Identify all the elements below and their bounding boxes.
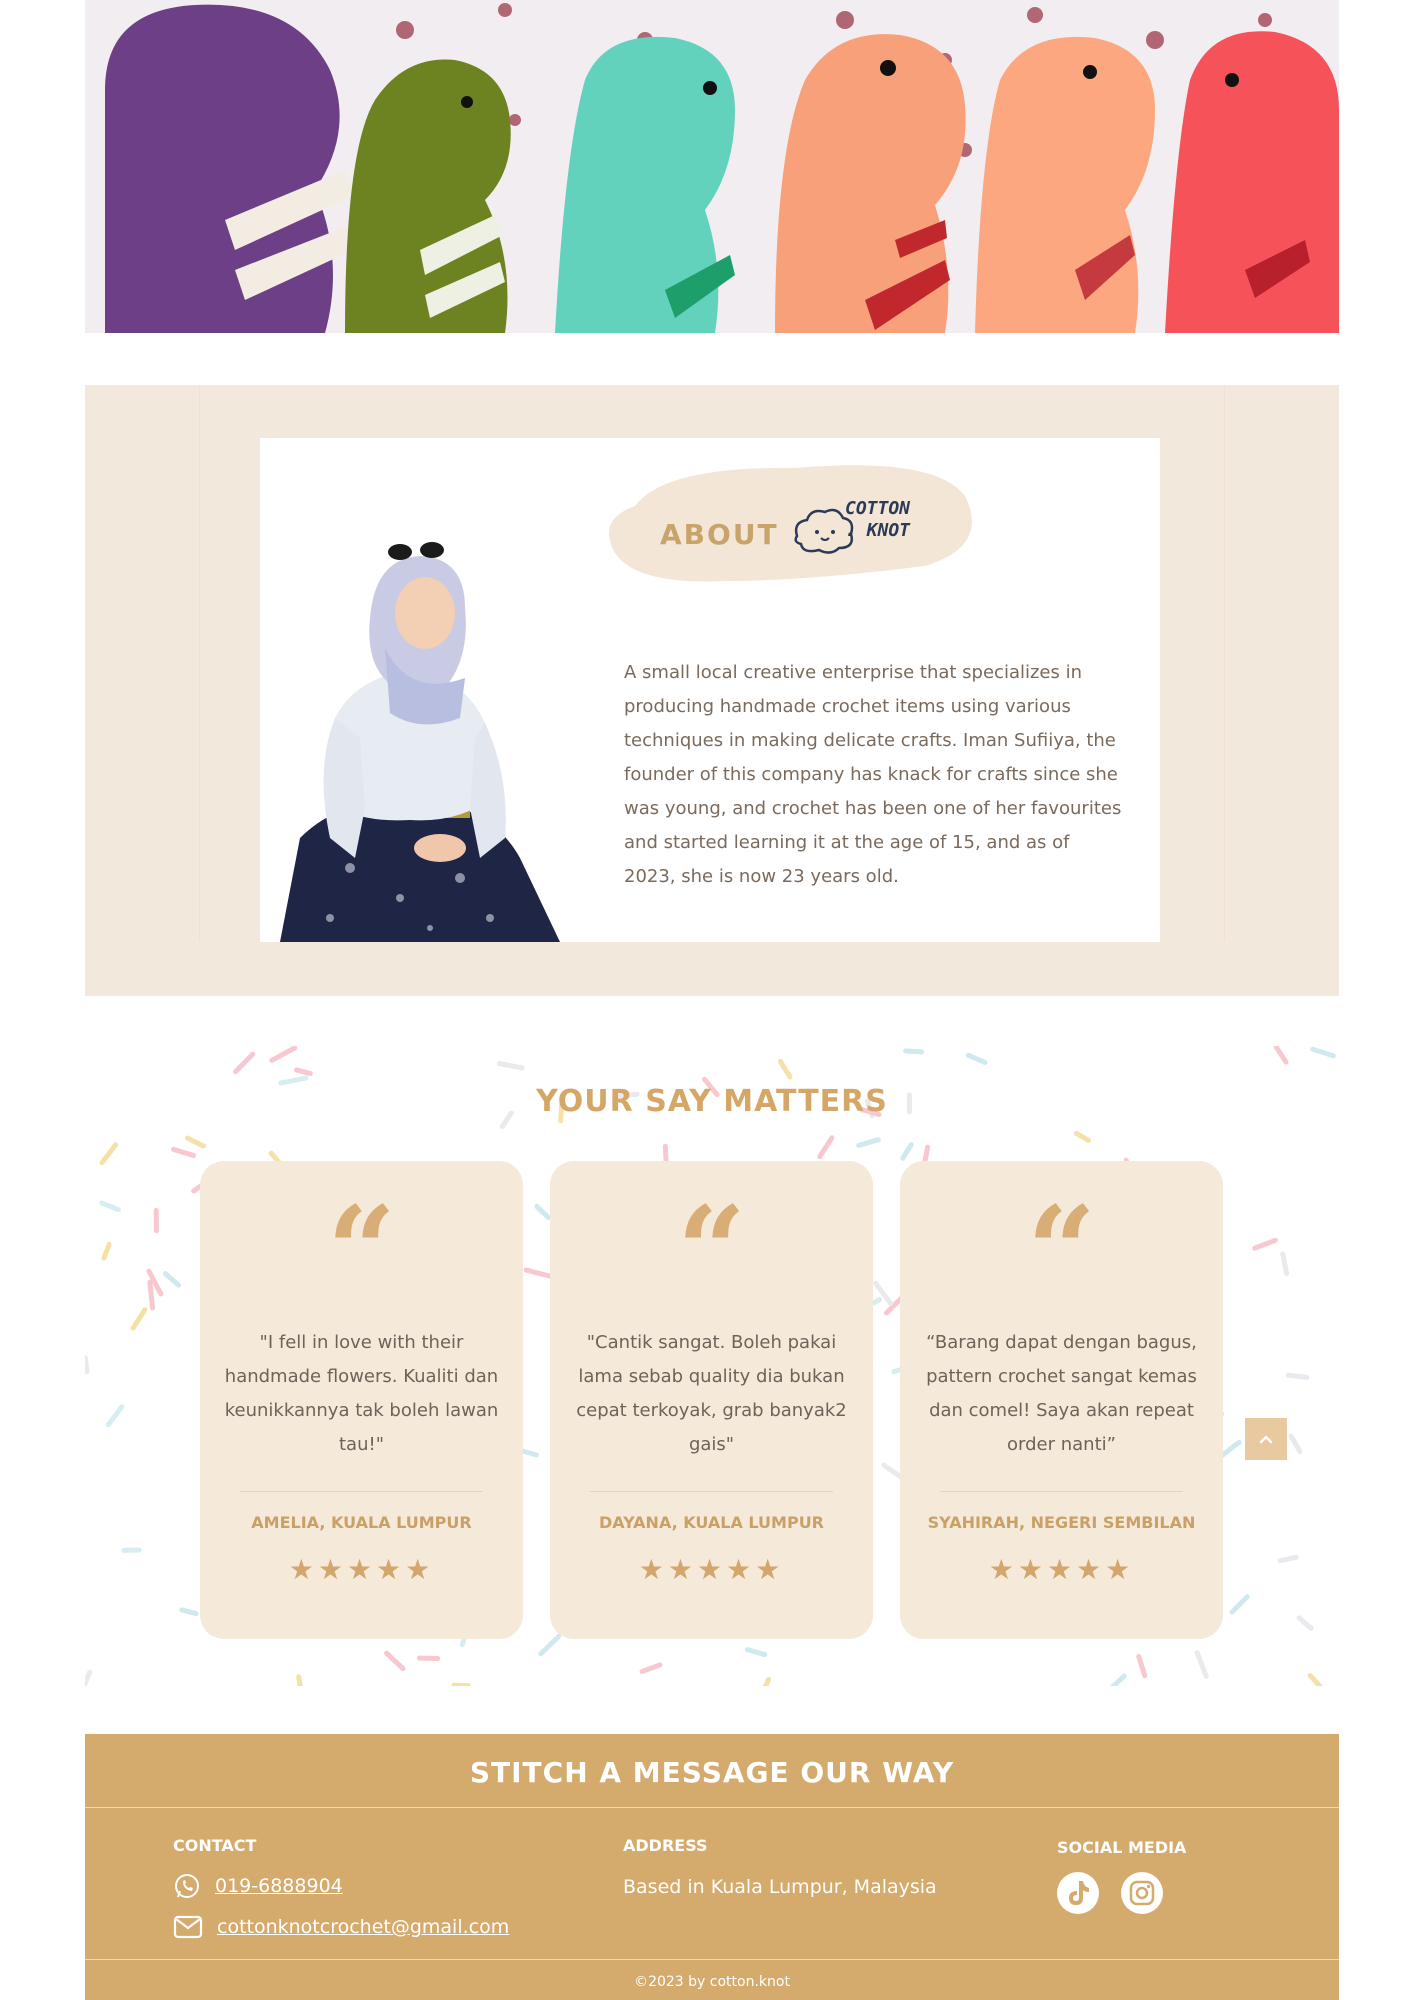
sprinkle <box>1296 1615 1314 1631</box>
sprinkle <box>233 1051 256 1075</box>
about-title: ABOUT <box>660 518 779 551</box>
sprinkle <box>1218 1439 1242 1459</box>
sprinkle <box>451 1682 472 1686</box>
tiktok-link[interactable] <box>1057 1872 1099 1914</box>
about-paragraph: A small local creative enterprise that s… <box>624 662 1122 887</box>
social-media-heading: SOCIAL MEDIA <box>1057 1838 1187 1857</box>
footer-divider-top <box>85 1807 1339 1808</box>
about-section: ABOUT COTTON . KNOT A small local creati… <box>85 385 1339 996</box>
sprinkle <box>903 1048 925 1055</box>
sprinkle <box>170 1146 197 1159</box>
testimonial-author: DAYANA, KUALA LUMPUR <box>598 1513 824 1532</box>
address-heading: ADDRESS <box>623 1836 708 1855</box>
email-icon <box>173 1915 203 1939</box>
sprinkle <box>105 1404 125 1428</box>
testimonials-section: YOUR SAY MATTERS “ "I fell in love with … <box>85 1046 1339 1686</box>
whatsapp-icon <box>175 1874 199 1898</box>
email-link[interactable]: cottonknotcrochet@gmail.com <box>217 1916 509 1938</box>
sprinkle <box>1273 1046 1289 1065</box>
divider <box>240 1491 483 1492</box>
sprinkle <box>184 1135 207 1149</box>
sprinkle <box>1229 1594 1250 1615</box>
sprinkle <box>762 1677 772 1686</box>
sprinkle <box>101 1241 112 1261</box>
sprinkle <box>296 1674 303 1686</box>
testimonial-quote: "I fell in love with their handmade flow… <box>224 1332 499 1455</box>
sprinkle <box>538 1633 562 1657</box>
sprinkle <box>534 1203 551 1220</box>
phone-link[interactable]: 019-6888904 <box>215 1875 343 1897</box>
sprinkle <box>294 1067 313 1077</box>
sprinkle <box>497 1061 525 1071</box>
sprinkle <box>1285 1372 1310 1380</box>
logo-text: COTTON . KNOT <box>845 498 910 542</box>
email-row: cottonknotcrochet@gmail.com <box>173 1914 509 1940</box>
sprinkle <box>1110 1673 1127 1686</box>
sprinkle <box>1194 1650 1209 1679</box>
sprinkle <box>1136 1653 1148 1679</box>
founder-photo <box>280 542 560 942</box>
sprinkle <box>99 1200 121 1213</box>
footer-divider-bottom <box>85 1959 1339 1960</box>
sprinkle <box>744 1647 768 1658</box>
star-rating: ★★★★★ <box>288 1553 435 1586</box>
sprinkle <box>99 1142 119 1166</box>
sprinkle <box>639 1662 663 1675</box>
sprinkle <box>85 1355 90 1375</box>
testimonial-card: “ “Barang dapat dengan bagus, pattern cr… <box>900 1161 1223 1639</box>
sprinkle <box>1310 1046 1336 1059</box>
sprinkle <box>1288 1433 1303 1455</box>
testimonial-quote: “Barang dapat dengan bagus, pattern croc… <box>926 1332 1197 1455</box>
instagram-link[interactable] <box>1121 1872 1163 1914</box>
testimonial-quote: "Cantik sangat. Boleh pakai lama sebab q… <box>576 1332 847 1455</box>
tiktok-icon <box>1069 1881 1089 1905</box>
sprinkle <box>162 1271 182 1288</box>
address-text: Based in Kuala Lumpur, Malaysia <box>623 1876 937 1898</box>
sprinkle <box>1073 1130 1092 1143</box>
instagram-icon <box>1129 1880 1155 1906</box>
copyright: ©2023 by cotton.knot <box>634 1974 790 1990</box>
page: ABOUT COTTON . KNOT A small local creati… <box>85 0 1339 2000</box>
sprinkle <box>900 1142 914 1161</box>
chevron-up-icon <box>1259 1435 1273 1444</box>
footer-title: STITCH A MESSAGE OUR WAY <box>469 1756 955 1789</box>
sprinkle <box>1252 1237 1278 1251</box>
sprinkle <box>85 1669 93 1686</box>
footer: STITCH A MESSAGE OUR WAY CONTACT 019-688… <box>85 1734 1339 2000</box>
sprinkle <box>1307 1673 1323 1686</box>
phone-row: 019-6888904 <box>173 1872 343 1900</box>
sprinkle <box>384 1650 406 1672</box>
testimonial-card: “ "I fell in love with their handmade fl… <box>200 1161 523 1639</box>
quote-icon: “ <box>1026 1180 1097 1321</box>
logo-text-line2: . KNOT <box>845 520 911 541</box>
testimonial-card: “ "Cantik sangat. Boleh pakai lama sebab… <box>550 1161 873 1639</box>
logo-text-line1: COTTON <box>845 498 911 519</box>
scroll-to-top-button[interactable] <box>1245 1418 1287 1460</box>
sprinkle <box>269 1046 298 1063</box>
sprinkle <box>965 1052 988 1065</box>
sprinkle <box>777 1058 793 1080</box>
star-rating: ★★★★★ <box>638 1553 785 1586</box>
testimonials-title: YOUR SAY MATTERS <box>536 1084 888 1119</box>
sprinkle <box>1277 1554 1299 1564</box>
quote-icon: “ <box>326 1180 397 1321</box>
testimonial-author: SYAHIRAH, NEGERI SEMBILAN <box>927 1513 1196 1532</box>
sprinkle <box>179 1607 199 1617</box>
sprinkle <box>817 1135 835 1160</box>
hero-image <box>85 0 1339 333</box>
sprinkle <box>147 1279 156 1311</box>
divider <box>590 1491 833 1492</box>
divider <box>940 1491 1183 1492</box>
sprinkle <box>1280 1251 1290 1277</box>
sprinkle <box>856 1137 881 1148</box>
sprinkle <box>130 1307 148 1331</box>
contact-heading: CONTACT <box>173 1836 257 1855</box>
quote-icon: “ <box>676 1180 747 1321</box>
sprinkle <box>278 1075 309 1086</box>
star-rating: ★★★★★ <box>988 1553 1135 1586</box>
about-card: ABOUT COTTON . KNOT A small local creati… <box>260 438 1160 942</box>
testimonial-author: AMELIA, KUALA LUMPUR <box>251 1513 472 1532</box>
sprinkle <box>523 1267 553 1279</box>
